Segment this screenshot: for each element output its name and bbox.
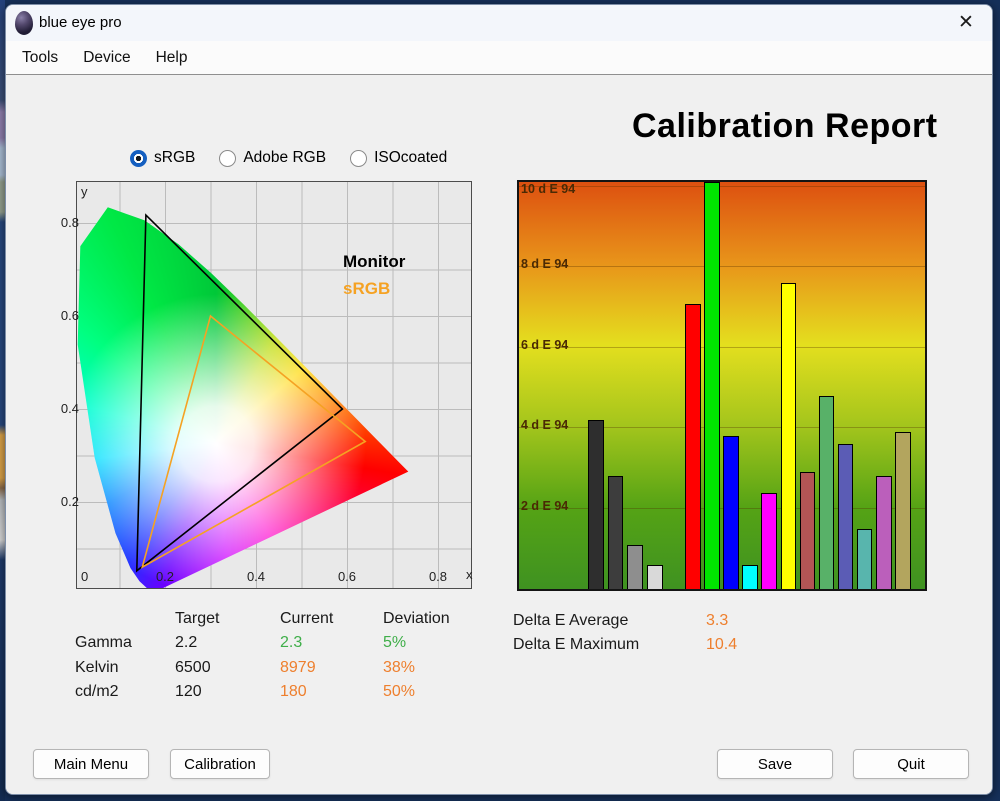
current-value-gamma: 2.3 <box>280 631 383 655</box>
bar-chart-gridline-2 <box>519 508 925 509</box>
bar-chart-gridline-8 <box>519 266 925 267</box>
delta-e-bar-15 <box>876 476 892 589</box>
monitor-gamut-triangle <box>137 215 343 571</box>
delta-e-bar-16 <box>895 432 911 589</box>
delta-e-bar-5 <box>685 304 701 589</box>
bar-chart-gridline-6 <box>519 347 925 348</box>
row-label-gamma: Gamma <box>75 631 175 655</box>
delta-e-maximum-value: 10.4 <box>706 633 737 657</box>
current-value-cdm2: 180 <box>280 680 383 704</box>
app-window: blue eye pro ✕ Tools Device Help Calibrati… <box>5 4 993 795</box>
delta-e-bar-6 <box>704 182 720 589</box>
delta-e-summary: Delta E Average 3.3 Delta E Maximum 10.4 <box>513 609 737 657</box>
deviation-value-kelvin: 38% <box>383 656 513 680</box>
bar-chart-gridline-10 <box>519 186 925 187</box>
x-tick-0.4: 0.4 <box>242 569 270 584</box>
delta-e-bar-14 <box>857 529 873 589</box>
delta-e-bar-4 <box>647 565 663 589</box>
bar-chart-gridline-4 <box>519 427 925 428</box>
results-table: TargetCurrentDeviation Gamma2.22.35% Kelvi… <box>75 607 513 704</box>
legend-srgb-label: sRGB <box>343 279 390 299</box>
delta-e-bar-7 <box>723 436 739 589</box>
delta-e-bar-chart: 2 d E 94 4 d E 94 6 d E 94 8 d E 94 10 d E 9… <box>517 180 927 591</box>
delta-e-bar-10 <box>781 283 797 589</box>
delta-e-bar-12 <box>819 396 835 589</box>
titlebar: blue eye pro ✕ <box>6 5 992 41</box>
radio-option-adobe-rgb[interactable]: Adobe RGB <box>219 149 326 167</box>
x-tick-0.2: 0.2 <box>151 569 179 584</box>
radio-option-isocoated[interactable]: ISOcoated <box>350 149 447 167</box>
main-menu-button[interactable]: Main Menu <box>33 749 149 779</box>
radio-option-srgb[interactable]: sRGB <box>130 149 195 167</box>
delta-e-bar-1 <box>588 420 604 589</box>
delta-e-average-label: Delta E Average <box>513 609 706 633</box>
current-value-kelvin: 8979 <box>280 656 383 680</box>
y-tick-0.4: 0.4 <box>47 401 79 416</box>
row-label-cdm2: cd/m2 <box>75 680 175 704</box>
srgb-gamut-triangle <box>142 316 365 567</box>
table-header-spacer <box>75 607 175 631</box>
x-tick-0: 0 <box>81 569 88 584</box>
row-label-kelvin: Kelvin <box>75 656 175 680</box>
report-title: Calibration Report <box>632 107 938 146</box>
y-tick-0.8: 0.8 <box>47 215 79 230</box>
delta-e-bar-2 <box>608 476 624 589</box>
profile-selector: sRGB Adobe RGB ISOcoated <box>130 149 447 167</box>
deviation-value-cdm2: 50% <box>383 680 513 704</box>
bar-chart-tick-label-10: 10 d E 94 <box>521 182 575 196</box>
radio-dot <box>350 150 367 167</box>
delta-e-bar-9 <box>761 493 777 589</box>
window-title: blue eye pro <box>39 14 122 31</box>
bar-chart-tick-label-4: 4 d E 94 <box>521 418 568 432</box>
axis-label-y: y <box>81 184 88 199</box>
client-area: Calibration Report sRGB Adobe RGB ISOcoate… <box>6 75 992 794</box>
deviation-value-gamma: 5% <box>383 631 513 655</box>
radio-label: Adobe RGB <box>243 149 326 167</box>
menu-item-help[interactable]: Help <box>154 46 190 70</box>
close-button[interactable]: ✕ <box>950 10 982 36</box>
table-header-target: Target <box>175 607 280 631</box>
target-value-cdm2: 120 <box>175 680 280 704</box>
delta-e-bar-3 <box>627 545 643 589</box>
x-tick-0.8: 0.8 <box>424 569 452 584</box>
radio-label: sRGB <box>154 149 195 167</box>
radio-label: ISOcoated <box>374 149 447 167</box>
delta-e-bar-11 <box>800 472 816 589</box>
radio-dot <box>130 150 147 167</box>
bar-chart-tick-label-8: 8 d E 94 <box>521 257 568 271</box>
bar-chart-tick-label-6: 6 d E 94 <box>521 338 568 352</box>
delta-e-average-value: 3.3 <box>706 609 737 633</box>
y-tick-0.2: 0.2 <box>47 494 79 509</box>
axis-label-x: x <box>466 567 473 582</box>
cie-chromaticity-plot: MonitorsRGB00.20.40.60.80.20.40.60.8xy <box>76 181 472 589</box>
save-button[interactable]: Save <box>717 749 833 779</box>
table-header-deviation: Deviation <box>383 607 513 631</box>
radio-dot <box>219 150 236 167</box>
cie-triangles-svg <box>77 182 473 590</box>
app-icon <box>15 11 33 35</box>
delta-e-maximum-label: Delta E Maximum <box>513 633 706 657</box>
target-value-kelvin: 6500 <box>175 656 280 680</box>
table-header-current: Current <box>280 607 383 631</box>
quit-button[interactable]: Quit <box>853 749 969 779</box>
menubar: Tools Device Help <box>6 41 992 75</box>
bar-chart-plot-area: 2 d E 94 4 d E 94 6 d E 94 8 d E 94 10 d E 9… <box>519 182 925 589</box>
target-value-gamma: 2.2 <box>175 631 280 655</box>
menu-item-tools[interactable]: Tools <box>20 46 60 70</box>
delta-e-bar-8 <box>742 565 758 589</box>
y-tick-0.6: 0.6 <box>47 308 79 323</box>
menu-item-device[interactable]: Device <box>81 46 132 70</box>
bar-chart-tick-label-2: 2 d E 94 <box>521 499 568 513</box>
legend-monitor-label: Monitor <box>343 252 405 272</box>
calibration-button[interactable]: Calibration <box>170 749 270 779</box>
x-tick-0.6: 0.6 <box>333 569 361 584</box>
delta-e-bar-13 <box>838 444 854 589</box>
